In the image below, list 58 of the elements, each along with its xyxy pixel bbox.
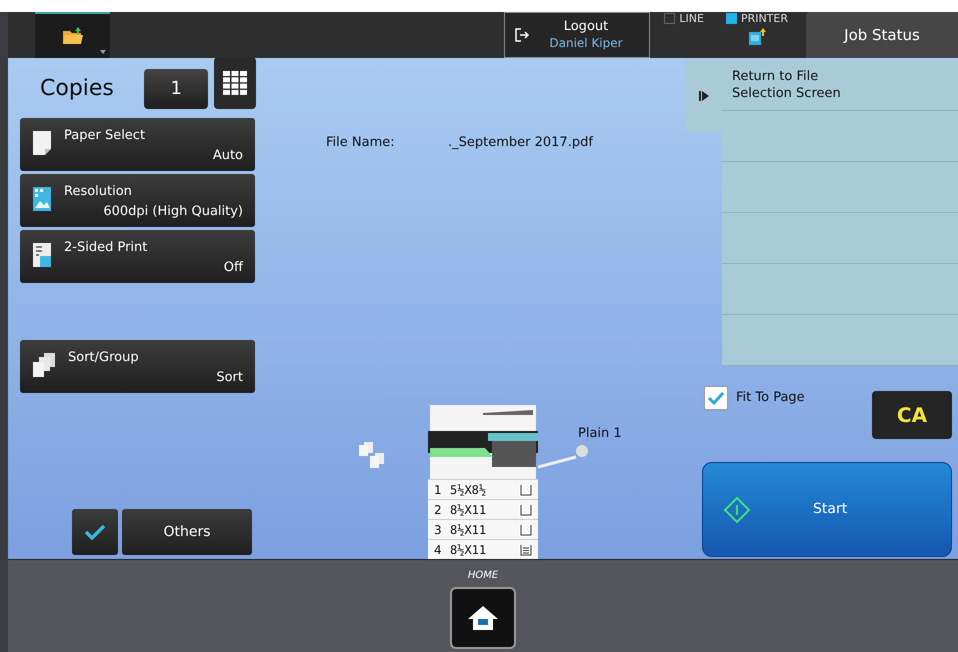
image-icon [32,186,52,212]
tray-paper-size: 8½X11 [450,542,488,558]
stacked-pages-icon [32,352,56,378]
tray-number: 3 [434,522,443,538]
clear-all-button[interactable]: CA [872,391,952,439]
paper-icon [32,130,52,156]
home-button[interactable] [450,587,516,649]
start-icon [723,496,751,524]
copies-label: Copies [40,75,115,103]
fit-to-page-label: Fit To Page [736,389,805,408]
tray-paper-size: 8½X11 [450,522,488,538]
start-button[interactable]: Start [702,462,952,557]
confirm-button[interactable] [72,509,118,555]
indicator-label: LINE [679,12,704,26]
panel-item[interactable]: Return to File Selection Screen [722,60,958,111]
output-tray-label: Plain 1 [578,424,622,442]
setting-value: Auto [212,147,243,165]
job-status-button[interactable]: Job Status [806,12,958,58]
file-name: ._September 2017.pdf [448,134,593,152]
logout-label: Logout [564,19,608,36]
keypad-icon [222,70,248,96]
setting-button[interactable]: Sort/Group Sort [20,340,255,393]
duplex-page-icon [32,242,52,268]
logout-button[interactable]: Logout Daniel Kiper [504,12,650,58]
collapse-panel-tab[interactable] [685,60,722,132]
setting-name: Resolution [64,183,133,201]
setting-name: 2-Sided Print [64,239,148,257]
setting-name: Paper Select [64,127,146,145]
tray-number: 1 [434,482,443,498]
others-button[interactable]: Others [122,509,252,555]
folder-icon [62,26,84,46]
play-icon [698,91,708,101]
setting-value: Off [222,259,243,277]
indicator-label: PRINTER [740,12,788,26]
copies-field[interactable]: 1 [144,68,208,108]
tray-number: 2 [434,502,443,518]
logout-icon [515,28,530,42]
caret-icon [100,50,106,54]
home-icon [466,604,500,632]
home-label: HOME [468,569,498,583]
file-name-label: File Name: [326,134,396,152]
fit-to-page-checkbox[interactable] [704,386,728,410]
check-icon [707,391,725,405]
bypass-tray-drawing [538,443,590,469]
folder-button[interactable] [35,12,110,58]
printer-mode-icon [748,28,766,46]
setting-value: Sort [215,369,243,387]
user-name: Daniel Kiper [549,36,623,51]
tray-paper-size: 8½X11 [450,502,488,518]
tray-number: 4 [434,542,443,558]
keypad-button[interactable] [214,56,256,108]
check-icon [84,524,106,540]
setting-value: 600dpi (High Quality) [102,203,243,221]
setting-button[interactable]: 2-Sided Print Off [20,230,255,283]
tray-paper-size: 5½X8½ [450,482,488,498]
setting-button[interactable]: Resolution 600dpi (High Quality) [20,174,255,227]
setting-button[interactable]: Paper Select Auto [20,118,255,171]
setting-name: Sort/Group [68,349,140,367]
